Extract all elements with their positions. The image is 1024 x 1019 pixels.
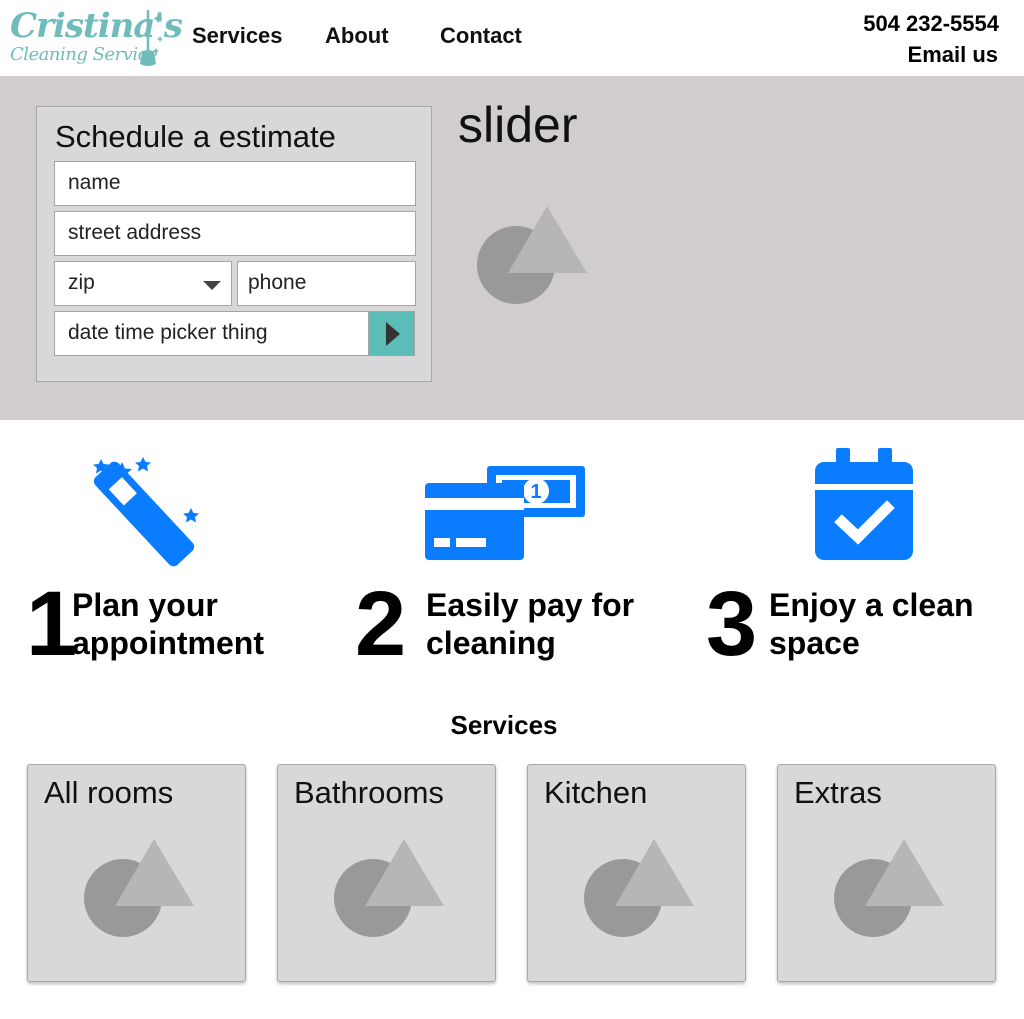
step-title-line: Plan your xyxy=(72,587,218,623)
calendar-check-icon xyxy=(815,448,913,560)
datetime-picker-field[interactable]: date time picker thing xyxy=(54,311,370,356)
logo-subtitle: Cleaning Service xyxy=(10,44,158,65)
street-address-field[interactable]: street address xyxy=(54,211,416,256)
image-placeholder-icon xyxy=(834,839,944,937)
image-placeholder-icon xyxy=(334,839,444,937)
service-card-title: Kitchen xyxy=(544,775,648,810)
nav-services[interactable]: Services xyxy=(192,22,283,50)
service-card-title: Bathrooms xyxy=(294,775,444,810)
service-card-all-rooms[interactable]: All rooms xyxy=(27,764,246,982)
play-arrow-icon xyxy=(386,322,400,346)
phone-number[interactable]: 504 232-5554 xyxy=(863,10,999,38)
step-title: Plan your appointment xyxy=(72,586,264,662)
service-card-title: Extras xyxy=(794,775,882,810)
submit-button[interactable] xyxy=(368,311,415,356)
nav-about[interactable]: About xyxy=(325,22,389,50)
services-heading: Services xyxy=(450,710,558,740)
phone-field[interactable]: phone xyxy=(237,261,416,306)
svg-text:1: 1 xyxy=(530,481,541,503)
step-number: 3 xyxy=(706,573,758,675)
nav-contact[interactable]: Contact xyxy=(440,22,522,50)
zip-select[interactable]: zip xyxy=(54,261,232,306)
service-card-title: All rooms xyxy=(44,775,174,810)
estimate-form: Schedule a estimate name street address … xyxy=(36,106,432,382)
step-title-line: Easily pay for xyxy=(426,587,635,623)
step-number: 1 xyxy=(26,573,78,675)
step-title-line: cleaning xyxy=(426,625,556,661)
step-number: 2 xyxy=(355,573,407,675)
image-placeholder-icon xyxy=(84,839,194,937)
step-title: Enjoy a clean space xyxy=(769,586,974,662)
logo[interactable]: Cristina's Cleaning Service xyxy=(10,6,183,70)
step-title-line: Enjoy a clean xyxy=(769,587,974,623)
site-header: Cristina's Cleaning Service Services Abo… xyxy=(0,0,1024,76)
chevron-down-icon xyxy=(203,281,221,290)
zip-select-label: zip xyxy=(68,271,95,294)
step-title: Easily pay for cleaning xyxy=(426,586,634,662)
name-field[interactable]: name xyxy=(54,161,416,206)
service-card-extras[interactable]: Extras xyxy=(777,764,996,982)
image-placeholder-icon xyxy=(477,206,587,304)
step-title-line: appointment xyxy=(72,625,264,661)
email-link[interactable]: Email us xyxy=(908,41,998,69)
step-title-line: space xyxy=(769,625,860,661)
magic-wand-icon xyxy=(93,457,199,567)
hero-section: Schedule a estimate name street address … xyxy=(0,76,1024,420)
estimate-form-title: Schedule a estimate xyxy=(55,119,336,154)
service-card-bathrooms[interactable]: Bathrooms xyxy=(277,764,496,982)
payment-icon: 1 xyxy=(425,466,585,560)
service-card-kitchen[interactable]: Kitchen xyxy=(527,764,746,982)
broom-icon xyxy=(140,10,163,66)
slider-label: slider xyxy=(458,97,578,153)
image-placeholder-icon xyxy=(584,839,694,937)
